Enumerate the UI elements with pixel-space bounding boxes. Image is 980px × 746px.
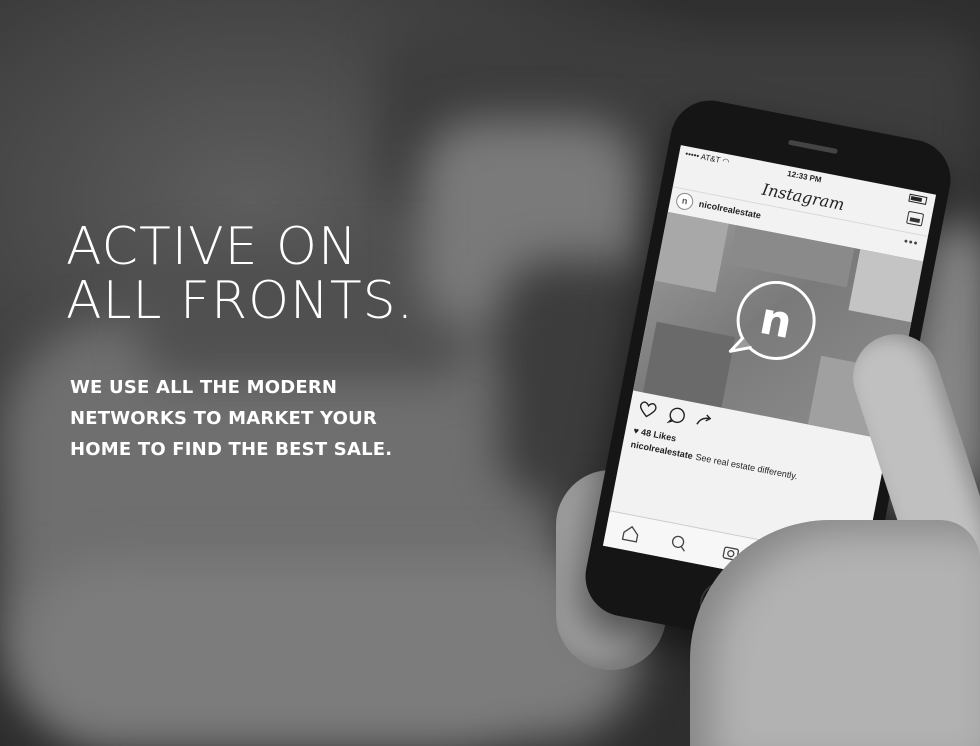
headline-line-2: ALL FRONTS. bbox=[66, 271, 415, 331]
photo-collage-tile bbox=[642, 321, 736, 408]
caption-text: See real estate differently. bbox=[694, 451, 799, 482]
subheadline: WE USE ALL THE MODERN NETWORKS TO MARKET… bbox=[70, 372, 392, 465]
caption-username[interactable]: nicolrealestate bbox=[630, 439, 694, 461]
subheadline-line-3: HOME TO FIND THE BEST SALE. bbox=[70, 439, 393, 460]
post-username[interactable]: nicolrealestate bbox=[698, 199, 762, 221]
brand-logo: n bbox=[728, 280, 816, 360]
phone-speaker bbox=[787, 139, 838, 155]
background-blur-shape bbox=[20, 560, 640, 740]
inbox-icon[interactable] bbox=[906, 210, 925, 227]
heart-icon[interactable] bbox=[636, 398, 659, 421]
photo-collage-tile bbox=[848, 249, 924, 323]
search-icon[interactable] bbox=[667, 531, 690, 554]
subheadline-line-2: NETWORKS TO MARKET YOUR bbox=[70, 408, 377, 429]
subheadline-line-1: WE USE ALL THE MODERN bbox=[70, 377, 338, 398]
comment-icon[interactable] bbox=[665, 404, 688, 427]
headline-line-1: ACTIVE ON bbox=[66, 217, 358, 277]
share-icon[interactable] bbox=[693, 409, 716, 432]
photo-collage-tile bbox=[654, 211, 729, 293]
headline: ACTIVE ON ALL FRONTS. bbox=[66, 220, 414, 328]
brand-logo-letter: n bbox=[756, 293, 796, 349]
more-icon[interactable]: ••• bbox=[903, 236, 920, 251]
background-photo: ACTIVE ON ALL FRONTS. WE USE ALL THE MOD… bbox=[0, 0, 980, 746]
home-icon[interactable] bbox=[619, 522, 642, 545]
avatar[interactable]: n bbox=[674, 191, 695, 212]
